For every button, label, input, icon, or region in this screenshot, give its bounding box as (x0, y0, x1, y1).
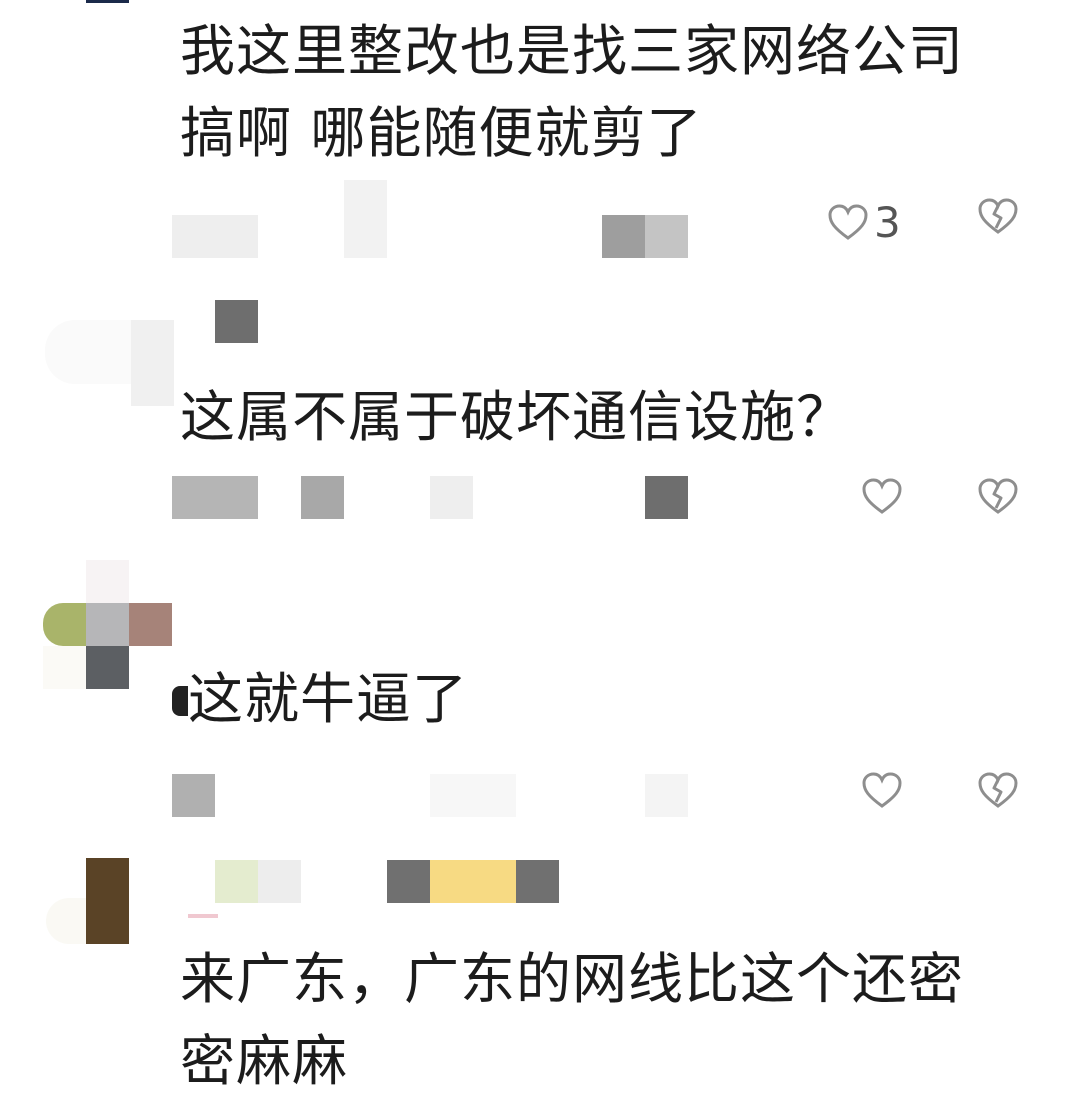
comment-item: 来广东，广东的网线比这个还密 密麻麻 (0, 840, 1080, 1104)
blurred-location (301, 476, 344, 519)
like-button[interactable] (862, 478, 908, 516)
broken-heart-icon (978, 478, 1018, 514)
dislike-button[interactable] (978, 198, 1018, 240)
comment-item: 我这里整改也是找三家网络公司 搞啊 哪能随便就剪了 3 (0, 0, 1080, 280)
comment-text-line: 来广东，广东的网线比这个还密 (180, 947, 965, 1011)
avatar[interactable] (45, 300, 175, 406)
blurred-badge (172, 686, 188, 716)
blurred-date (172, 476, 258, 519)
comment-meta (0, 476, 1080, 536)
comment-item: 这就牛逼了 (0, 560, 1080, 840)
like-button[interactable]: 3 (828, 198, 901, 247)
comment-text-line: 搞啊 哪能随便就剪了 (180, 101, 703, 165)
comment-item: 这属不属于破坏通信设施？ (0, 280, 1080, 560)
blurred-reply-button[interactable] (645, 476, 688, 519)
heart-outline-icon (862, 478, 902, 514)
avatar[interactable] (0, 560, 180, 690)
avatar[interactable] (40, 858, 170, 948)
comment-text: 这属不属于破坏通信设施？ (180, 376, 1010, 458)
broken-heart-icon (978, 198, 1018, 234)
heart-outline-icon (862, 772, 902, 808)
comment-text-line: 这就牛逼了 (188, 667, 469, 731)
dislike-button[interactable] (978, 772, 1018, 814)
broken-heart-icon (978, 772, 1018, 808)
comment-text: 来广东，广东的网线比这个还密 密麻麻 (180, 938, 1010, 1102)
blurred-location (430, 476, 473, 519)
heart-outline-icon (828, 203, 868, 240)
blurred-location (430, 774, 516, 817)
comment-text: 我这里整改也是找三家网络公司 搞啊 哪能随便就剪了 (180, 10, 1010, 174)
comment-meta (0, 772, 1080, 832)
blurred-reply-button[interactable] (645, 774, 688, 817)
comment-text-line: 我这里整改也是找三家网络公司 (180, 19, 965, 83)
like-button[interactable] (862, 772, 908, 810)
avatar[interactable] (50, 0, 160, 40)
dislike-button[interactable] (978, 478, 1018, 520)
comment-meta: 3 (0, 180, 1080, 258)
blurred-reply-button[interactable] (645, 215, 688, 258)
blurred-location (344, 180, 387, 258)
comment-text-line: 密麻麻 (180, 1029, 349, 1093)
blurred-date (172, 774, 215, 817)
blurred-date (172, 215, 258, 258)
comment-text: 这就牛逼了 (188, 658, 1018, 740)
like-count: 3 (874, 198, 901, 247)
blurred-reply-button[interactable] (602, 215, 645, 258)
comment-text-line: 这属不属于破坏通信设施？ (180, 385, 853, 449)
